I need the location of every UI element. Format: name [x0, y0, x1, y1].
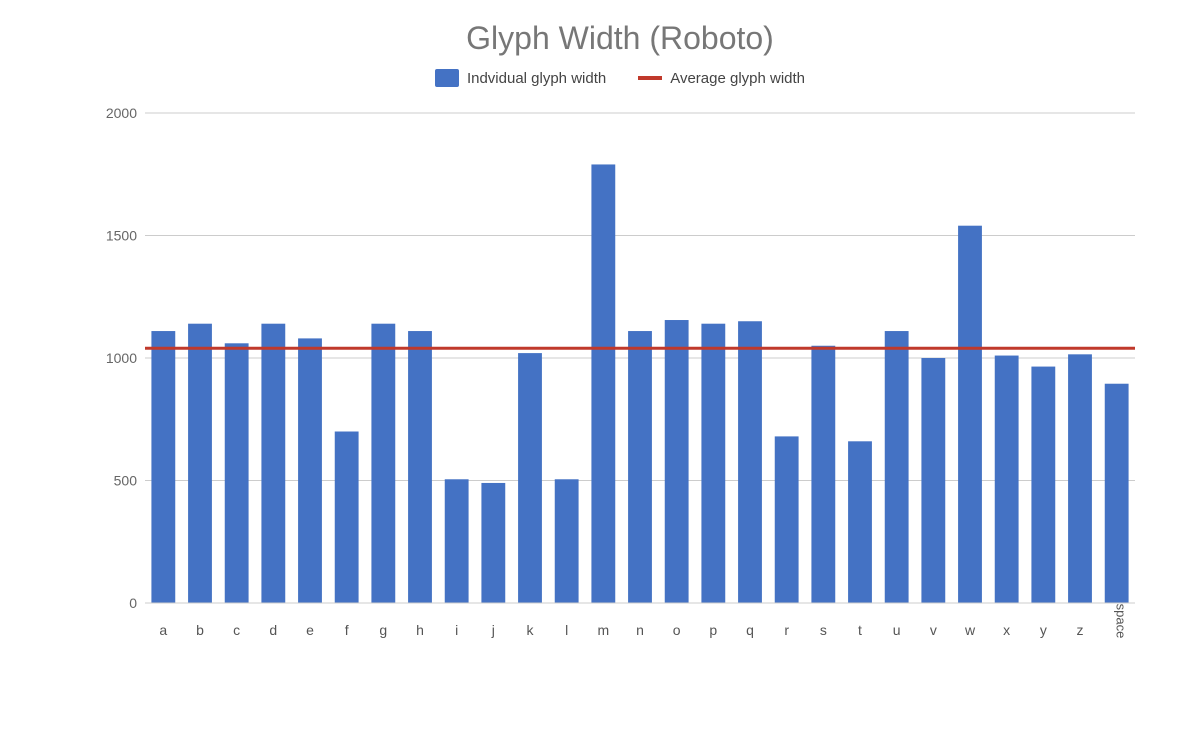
x-label-i: i [455, 622, 458, 638]
bar-s [811, 346, 835, 603]
x-label-c: c [233, 622, 240, 638]
bar-o [665, 320, 689, 603]
bar-a [151, 331, 175, 603]
x-label-x: x [1003, 622, 1010, 638]
bar-z [1068, 354, 1092, 603]
x-label-a: a [159, 622, 167, 638]
svg-text:1000: 1000 [106, 350, 137, 366]
x-label-h: h [416, 622, 424, 638]
bar-x [995, 356, 1019, 603]
chart-svg: 0 500 1000 1500 2000 a b c d e f g h i j k l m n o p q r s t u v w x… [80, 103, 1160, 663]
bar-l [555, 479, 579, 603]
bar-q [738, 321, 762, 603]
bar-w [958, 226, 982, 603]
legend-item-line: Average glyph width [638, 70, 805, 87]
bar-d [261, 324, 285, 603]
x-label-q: q [746, 622, 754, 638]
bar-v [921, 358, 945, 603]
legend-line-icon [638, 76, 662, 80]
x-label-m: m [597, 622, 609, 638]
bar-space [1105, 384, 1129, 603]
x-label-y: y [1040, 622, 1047, 638]
bar-c [225, 343, 249, 603]
svg-text:2000: 2000 [106, 105, 137, 121]
x-label-w: w [964, 622, 976, 638]
bar-e [298, 338, 322, 603]
bar-g [371, 324, 395, 603]
x-label-u: u [893, 622, 901, 638]
bar-i [445, 479, 469, 603]
x-label-d: d [269, 622, 277, 638]
x-label-l: l [565, 622, 568, 638]
bar-h [408, 331, 432, 603]
x-label-n: n [636, 622, 644, 638]
bar-u [885, 331, 909, 603]
bar-j [481, 483, 505, 603]
x-label-p: p [709, 622, 717, 638]
x-label-b: b [196, 622, 204, 638]
legend-bar-label: Indvidual glyph width [467, 70, 606, 87]
bar-y [1031, 367, 1055, 603]
bar-b [188, 324, 212, 603]
bar-p [701, 324, 725, 603]
bar-n [628, 331, 652, 603]
bar-t [848, 441, 872, 603]
bar-m [591, 164, 615, 603]
svg-text:500: 500 [114, 473, 138, 489]
x-label-z: z [1077, 622, 1084, 638]
svg-text:1500: 1500 [106, 228, 137, 244]
chart-container: Glyph Width (Roboto) Indvidual glyph wid… [0, 0, 1200, 742]
x-label-r: r [784, 622, 789, 638]
bar-r [775, 436, 799, 603]
legend-item-bar: Indvidual glyph width [435, 69, 606, 87]
x-label-space: space [1114, 604, 1129, 639]
svg-text:0: 0 [129, 595, 137, 611]
legend: Indvidual glyph width Average glyph widt… [80, 69, 1160, 87]
x-label-j: j [491, 622, 495, 638]
chart-area: 0 500 1000 1500 2000 a b c d e f g h i j k l m n o p q r s t u v w x… [80, 103, 1160, 668]
x-label-s: s [820, 622, 827, 638]
bar-f [335, 432, 359, 604]
x-label-e: e [306, 622, 314, 638]
legend-bar-icon [435, 69, 459, 87]
bar-k [518, 353, 542, 603]
x-label-t: t [858, 622, 862, 638]
x-label-v: v [930, 622, 937, 638]
x-label-o: o [673, 622, 681, 638]
legend-line-label: Average glyph width [670, 70, 805, 87]
chart-title: Glyph Width (Roboto) [80, 20, 1160, 57]
x-label-f: f [345, 622, 349, 638]
x-label-g: g [379, 622, 387, 638]
x-label-k: k [527, 622, 535, 638]
